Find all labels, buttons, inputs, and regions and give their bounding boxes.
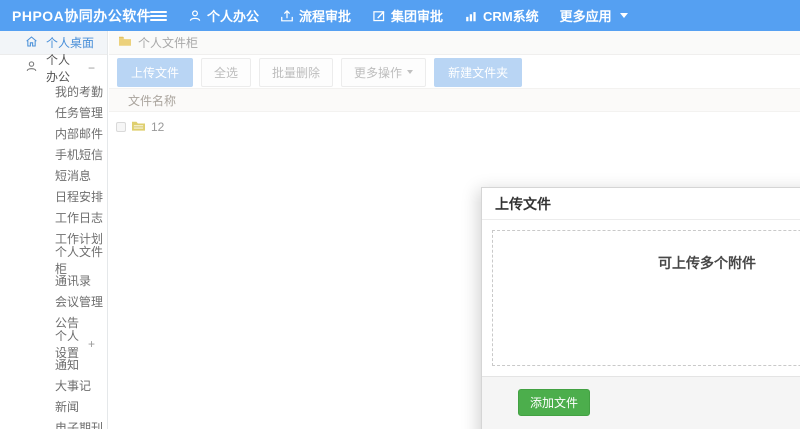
- button-label: 更多操作: [354, 65, 403, 80]
- sidebar-item-task-management[interactable]: 任务管理: [0, 102, 107, 123]
- menu-toggle-button[interactable]: [150, 10, 167, 21]
- topbar: PHPOA协同办公软件 个人办公 流程审批 集团审批 CRM系统 更多应用: [0, 0, 800, 31]
- sidebar-item-label: 工作日志: [55, 211, 104, 225]
- sidebar-item-label: 大事记: [55, 379, 92, 393]
- sidebar-item-schedule[interactable]: 日程安排: [0, 186, 107, 207]
- sidebar-item-mobile-sms[interactable]: 手机短信: [0, 144, 107, 165]
- nav-label: 集团审批: [391, 9, 444, 24]
- sidebar-item-internal-mail[interactable]: 内部邮件: [0, 123, 107, 144]
- dropzone-hint: 可上传多个附件: [658, 255, 756, 271]
- select-all-button[interactable]: 全选: [201, 57, 252, 87]
- sidebar-item-announcement[interactable]: 公告: [0, 312, 107, 333]
- folder-icon: [118, 35, 132, 50]
- sidebar-item-label: 通知: [55, 358, 80, 372]
- sidebar: 个人桌面 个人办公 − 我的考勤 任务管理 内部邮件 手机短信 短消息 日程安排…: [0, 31, 108, 429]
- sidebar-item-milestones[interactable]: 大事记: [0, 375, 107, 396]
- sidebar-item-label: 个人办公: [46, 53, 71, 84]
- sidebar-item-label: 电子期刊: [55, 421, 104, 429]
- sidebar-item-label: 日程安排: [55, 190, 104, 204]
- nav-label: CRM系统: [483, 9, 539, 24]
- collapse-icon[interactable]: −: [88, 61, 107, 75]
- sidebar-item-personal-file-cabinet[interactable]: 个人文件柜: [0, 245, 107, 276]
- caret-down-icon: [619, 13, 628, 18]
- file-toolbar: 上传文件 全选 批量删除 更多操作 新建文件夹: [109, 56, 800, 88]
- expand-icon[interactable]: +: [88, 337, 107, 351]
- caret-down-icon: [407, 70, 414, 74]
- row-checkbox[interactable]: [116, 121, 126, 132]
- chart-icon: [464, 9, 478, 23]
- sidebar-item-personal-office[interactable]: 个人办公 −: [0, 53, 107, 84]
- sidebar-item-notification[interactable]: 通知: [0, 354, 107, 375]
- table-row[interactable]: 12: [109, 113, 800, 140]
- breadcrumb-title: 个人文件柜: [138, 36, 199, 50]
- modal-header: 上传文件: [482, 188, 800, 220]
- sidebar-item-short-message[interactable]: 短消息: [0, 165, 107, 186]
- nav-label: 流程审批: [299, 9, 352, 24]
- nav-label: 个人办公: [207, 9, 260, 24]
- sidebar-item-label: 任务管理: [55, 106, 104, 120]
- user-icon: [188, 9, 202, 23]
- sidebar-item-label: 手机短信: [55, 148, 104, 162]
- file-name[interactable]: 12: [151, 120, 164, 134]
- edit-icon: [372, 9, 386, 23]
- sidebar-item-contacts[interactable]: 通讯录: [0, 270, 107, 291]
- upload-dropzone[interactable]: 可上传多个附件: [492, 230, 800, 366]
- column-header-file-name: 文件名称: [128, 93, 177, 108]
- sidebar-item-meeting-management[interactable]: 会议管理: [0, 291, 107, 312]
- nav-group-approval[interactable]: 集团审批: [372, 6, 443, 25]
- batch-delete-button[interactable]: 批量删除: [259, 57, 334, 87]
- home-icon: [25, 35, 38, 51]
- sidebar-item-personal-settings[interactable]: 个人设置 +: [0, 329, 107, 360]
- add-file-button[interactable]: 添加文件: [518, 389, 591, 416]
- nav-personal-office[interactable]: 个人办公: [188, 6, 259, 25]
- sidebar-item-label: 个人桌面: [46, 36, 95, 50]
- nav-workflow-approval[interactable]: 流程审批: [280, 6, 351, 25]
- sidebar-item-label: 通讯录: [55, 274, 92, 288]
- sidebar-item-label: 内部邮件: [55, 127, 104, 141]
- sidebar-item-label: 短消息: [55, 169, 92, 183]
- new-folder-button[interactable]: 新建文件夹: [434, 57, 523, 87]
- breadcrumb: 个人文件柜: [109, 31, 800, 55]
- upload-file-button[interactable]: 上传文件: [117, 57, 194, 87]
- sidebar-item-label: 新闻: [55, 400, 80, 414]
- upload-file-modal: 上传文件 可上传多个附件 添加文件: [481, 187, 800, 429]
- modal-footer: 添加文件: [482, 376, 800, 429]
- sidebar-item-e-journal[interactable]: 电子期刊: [0, 417, 107, 429]
- nav-label: 更多应用: [559, 9, 612, 24]
- user-icon: [25, 60, 38, 76]
- folder-icon: [131, 119, 146, 135]
- sidebar-item-work-log[interactable]: 工作日志: [0, 207, 107, 228]
- sidebar-item-news[interactable]: 新闻: [0, 396, 107, 417]
- app-logo: PHPOA协同办公软件: [12, 7, 152, 24]
- sidebar-item-label: 我的考勤: [55, 85, 104, 99]
- export-icon: [280, 9, 294, 23]
- more-operations-button[interactable]: 更多操作: [341, 57, 427, 87]
- nav-more-apps[interactable]: 更多应用: [560, 6, 628, 25]
- modal-title: 上传文件: [495, 195, 551, 212]
- nav-crm-system[interactable]: CRM系统: [464, 6, 539, 25]
- table-header: 文件名称: [109, 88, 800, 112]
- sidebar-item-label: 会议管理: [55, 295, 104, 309]
